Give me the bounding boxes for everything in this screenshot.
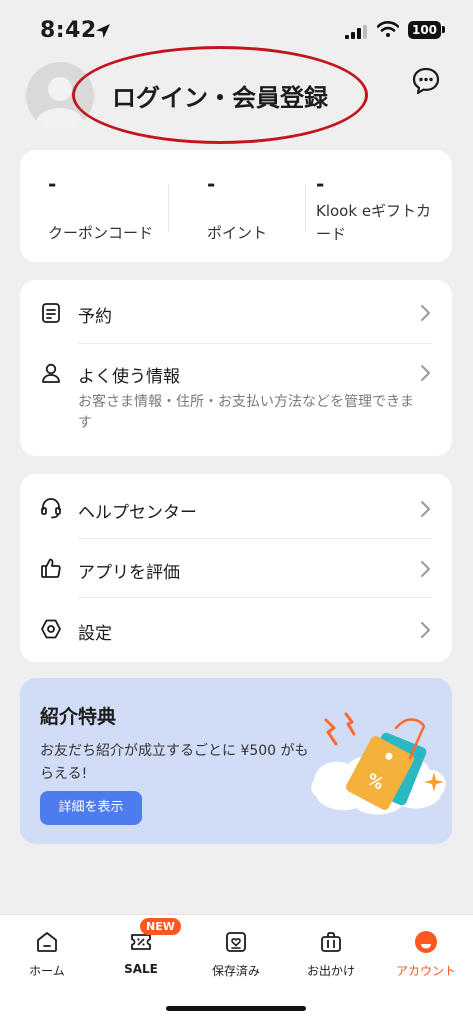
referral-title: 紹介特典 (40, 706, 117, 728)
chevron-right-icon (418, 621, 432, 643)
location-arrow-icon (94, 22, 112, 44)
home-icon (35, 930, 59, 958)
coupon-tags-illustration: % (306, 708, 452, 828)
battery-indicator: 100 (408, 21, 441, 39)
menu-sub-frequent-info: お客さま情報・住所・お支払い方法などを管理できます (78, 394, 414, 431)
stat-giftcard[interactable]: - Klook eギフトカード (306, 150, 452, 262)
avatar[interactable] (26, 62, 94, 130)
stat-giftcard-label: Klook eギフトカード (316, 202, 432, 243)
menu-label-settings: 設定 (78, 624, 112, 644)
new-badge: NEW (140, 918, 181, 935)
bookings-menu-card: 予約 よく使う情報 お客さま情報・住所・お支払い方法などを管理できます (20, 280, 452, 456)
chat-icon[interactable] (411, 66, 441, 100)
chevron-right-icon (418, 304, 432, 326)
account-stats-card: - クーポンコード - ポイント - Klook eギフトカード (20, 150, 452, 262)
settings-hexagon-icon (40, 618, 62, 644)
stat-points-value: - (207, 172, 216, 196)
login-register-link[interactable]: ログイン・会員登録 (112, 78, 328, 113)
view-details-button[interactable]: 詳細を表示 (40, 791, 142, 825)
battery-tip (442, 26, 445, 33)
referral-banner: 紹介特典 お友だち紹介が成立するごとに ¥500 がもらえる! 詳細を表示 % (20, 678, 452, 844)
nav-sale[interactable]: NEW SALE (94, 915, 188, 995)
stat-coupon[interactable]: - クーポンコード (20, 150, 168, 262)
nav-trips[interactable]: お出かけ (284, 915, 378, 995)
menu-item-frequent-info[interactable]: よく使う情報 お客さま情報・住所・お支払い方法などを管理できます (20, 344, 452, 456)
nav-saved[interactable]: 保存済み (189, 915, 283, 995)
menu-label-help-center: ヘルプセンター (78, 503, 197, 523)
saved-icon (224, 930, 248, 958)
nav-account[interactable]: アカウント (379, 915, 473, 995)
wifi-icon (376, 21, 400, 41)
home-indicator (166, 1006, 306, 1011)
status-bar: 8:42 100 (0, 0, 473, 56)
referral-description: お友だち紹介が成立するごとに ¥500 がもらえる! (40, 743, 309, 782)
nav-trips-label: お出かけ (306, 964, 355, 978)
nav-sale-label: SALE (124, 962, 158, 976)
nav-home-label: ホーム (29, 964, 65, 978)
nav-home[interactable]: ホーム (0, 915, 94, 995)
luggage-icon (319, 930, 343, 958)
menu-item-help-center[interactable]: ヘルプセンター (20, 474, 452, 538)
document-icon (40, 302, 62, 328)
stat-coupon-value: - (48, 172, 57, 196)
thumbs-up-icon (40, 557, 62, 583)
cellular-signal-icon (345, 24, 367, 43)
nav-saved-label: 保存済み (211, 964, 260, 978)
stat-points[interactable]: - ポイント (169, 150, 305, 262)
menu-item-reservations[interactable]: 予約 (20, 280, 452, 342)
user-icon (40, 362, 62, 388)
menu-label-reservations: 予約 (78, 307, 112, 327)
menu-item-rate-app[interactable]: アプリを評価 (20, 539, 452, 597)
chevron-right-icon (418, 500, 432, 522)
chevron-right-icon (418, 560, 432, 582)
chevron-right-icon (418, 364, 432, 386)
menu-label-rate-app: アプリを評価 (78, 563, 180, 583)
status-time: 8:42 (40, 18, 97, 43)
stat-coupon-label: クーポンコード (48, 224, 154, 242)
nav-account-label: アカウント (395, 964, 456, 978)
headset-icon (40, 497, 62, 523)
account-icon (414, 930, 438, 958)
menu-item-settings[interactable]: 設定 (20, 598, 452, 662)
menu-label-frequent-info: よく使う情報 (78, 367, 180, 387)
stat-giftcard-value: - (316, 172, 325, 196)
stat-points-label: ポイント (207, 224, 268, 242)
support-menu-card: ヘルプセンター アプリを評価 設定 (20, 474, 452, 662)
